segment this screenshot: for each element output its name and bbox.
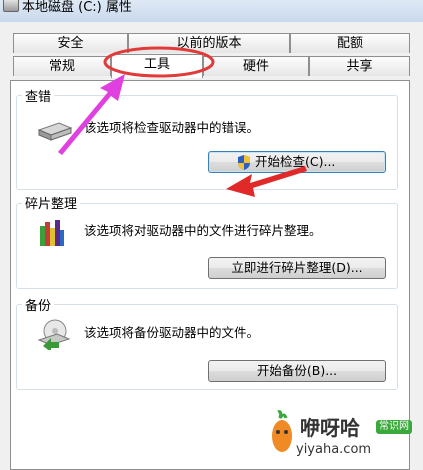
error-check-title: 查错	[22, 86, 55, 105]
hard-drive-icon	[37, 122, 73, 141]
tab-quota[interactable]: 配额	[290, 33, 410, 53]
start-check-label: 开始检查(C)...	[255, 154, 336, 169]
shield-icon	[238, 155, 250, 170]
watermark-url: yiyaha.com	[296, 442, 372, 457]
backup-icon	[37, 319, 71, 350]
error-check-description: 该选项将检查驱动器中的错误。	[84, 120, 260, 135]
tab-hardware[interactable]: 硬件	[203, 56, 309, 76]
start-backup-button[interactable]: 开始备份(B)...	[208, 360, 386, 382]
tab-general[interactable]: 常规	[13, 56, 111, 76]
defrag-title: 碎片整理	[22, 193, 81, 212]
defrag-description: 该选项将对驱动器中的文件进行碎片整理。	[84, 223, 322, 238]
watermark-badge: 常识网	[376, 420, 412, 434]
tab-previous-versions[interactable]: 以前的版本	[128, 33, 290, 53]
backup-description: 该选项将备份驱动器中的文件。	[84, 325, 260, 340]
watermark-name: 咿呀哈	[300, 416, 360, 440]
start-check-button[interactable]: 开始检查(C)...	[208, 151, 386, 173]
defrag-icon	[40, 220, 64, 246]
defragment-now-button[interactable]: 立即进行碎片整理(D)...	[208, 257, 386, 279]
error-check-group	[16, 95, 398, 190]
title-bar: 本地磁盘 (C:) 属性	[0, 0, 423, 22]
tab-security[interactable]: 安全	[13, 33, 128, 53]
backup-title: 备份	[22, 295, 55, 314]
carrot-mascot-icon	[272, 410, 292, 452]
window-title: 本地磁盘 (C:) 属性	[22, 0, 132, 15]
drive-icon	[3, 0, 19, 12]
tab-sharing[interactable]: 共享	[309, 56, 410, 76]
tab-tools[interactable]: 工具	[111, 54, 203, 78]
